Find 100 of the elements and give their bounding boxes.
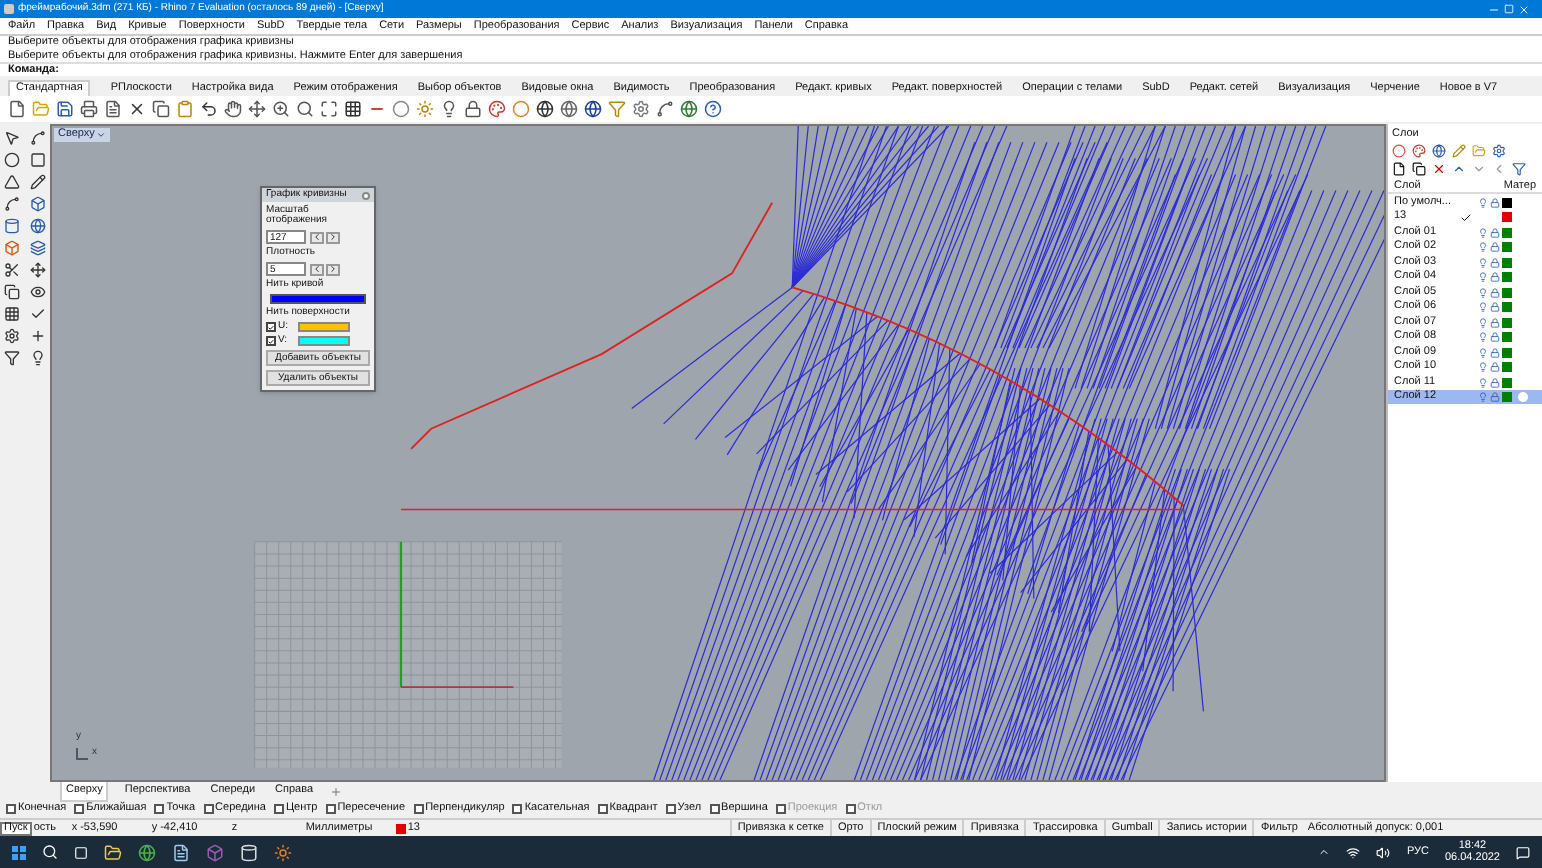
curve-icon[interactable]: [4, 196, 21, 212]
lock-icon[interactable]: [1490, 197, 1500, 207]
layer-color-swatch[interactable]: [1502, 377, 1512, 387]
notification-icon[interactable]: [1516, 845, 1530, 859]
chevron-icon[interactable]: [1318, 846, 1331, 858]
grid-icon[interactable]: [4, 306, 21, 322]
curve-hair-color-swatch[interactable]: [270, 294, 366, 304]
delete-icon[interactable]: [1432, 162, 1446, 177]
lock-icon[interactable]: [1490, 302, 1500, 312]
plus-icon[interactable]: [29, 328, 46, 344]
lock-icon[interactable]: [1490, 362, 1500, 372]
move-icon[interactable]: [248, 100, 266, 118]
move-down-icon[interactable]: [1472, 162, 1486, 177]
globe-icon[interactable]: [138, 843, 156, 861]
lock-icon[interactable]: [1490, 227, 1500, 237]
box-icon[interactable]: [4, 240, 21, 256]
copy-icon[interactable]: [152, 100, 170, 118]
maximize-icon[interactable]: [320, 100, 338, 118]
sphere-icon[interactable]: [584, 100, 602, 118]
filter-icon[interactable]: [1512, 162, 1526, 177]
new-layer-icon[interactable]: [1392, 162, 1406, 177]
undo-icon[interactable]: [200, 100, 218, 118]
lightbulb-icon[interactable]: [29, 350, 46, 366]
save-icon[interactable]: [56, 100, 74, 118]
lock-icon[interactable]: [1490, 257, 1500, 267]
color-wheel-icon[interactable]: [1392, 144, 1406, 159]
move-icon[interactable]: [29, 262, 46, 278]
hair-color-swatch[interactable]: [298, 322, 350, 332]
curve-icon[interactable]: [29, 130, 46, 146]
layer-color-swatch[interactable]: [1502, 362, 1512, 372]
app-icon[interactable]: [274, 843, 292, 861]
sun-icon[interactable]: [416, 100, 434, 118]
palette-icon[interactable]: [1412, 144, 1426, 159]
sphere-icon[interactable]: [29, 218, 46, 234]
gear-icon[interactable]: [4, 328, 21, 344]
layer-color-swatch[interactable]: [1502, 302, 1512, 312]
lock-icon[interactable]: [1490, 272, 1500, 282]
move-up-icon[interactable]: [1452, 162, 1466, 177]
printer-icon[interactable]: [80, 100, 98, 118]
sphere-icon[interactable]: [536, 100, 554, 118]
globe-icon[interactable]: [680, 100, 698, 118]
increment-button[interactable]: [326, 231, 340, 243]
search-icon[interactable]: [296, 100, 314, 118]
layers-icon[interactable]: [29, 240, 46, 256]
caret-icon[interactable]: [96, 130, 107, 140]
copy-icon[interactable]: [4, 284, 21, 300]
lock-icon[interactable]: [1490, 377, 1500, 387]
layer-color-swatch[interactable]: [1502, 392, 1512, 402]
box-icon[interactable]: [29, 196, 46, 212]
checkbox[interactable]: [266, 322, 276, 332]
lock-icon[interactable]: [464, 100, 482, 118]
color-wheel-icon[interactable]: [512, 100, 530, 118]
palette-icon[interactable]: [488, 100, 506, 118]
layer-color-swatch[interactable]: [1502, 317, 1512, 327]
wifi-icon[interactable]: [1346, 845, 1361, 859]
layer-color-swatch[interactable]: [1502, 257, 1512, 267]
lock-icon[interactable]: [1490, 287, 1500, 297]
grid-icon[interactable]: [344, 100, 362, 118]
layer-color-swatch[interactable]: [1502, 287, 1512, 297]
lock-icon[interactable]: [1490, 347, 1500, 357]
document-icon[interactable]: [104, 100, 122, 118]
lock-icon[interactable]: [1490, 242, 1500, 252]
decrement-button[interactable]: [310, 263, 324, 275]
task-view-icon[interactable]: [74, 845, 88, 859]
cylinder-icon[interactable]: [4, 218, 21, 234]
close-icon[interactable]: [128, 100, 146, 118]
pointer-icon[interactable]: [4, 130, 21, 146]
checkbox[interactable]: [266, 336, 276, 346]
folder-icon[interactable]: [104, 843, 122, 861]
increment-button[interactable]: [326, 263, 340, 275]
decrement-button[interactable]: [310, 231, 324, 243]
filter-icon[interactable]: [4, 350, 21, 366]
sphere-icon[interactable]: [1432, 144, 1446, 159]
zoom-icon[interactable]: [272, 100, 290, 118]
lock-icon[interactable]: [1490, 332, 1500, 342]
layer-color-swatch[interactable]: [1502, 227, 1512, 237]
move-left-icon[interactable]: [1492, 162, 1506, 177]
copy-icon[interactable]: [1412, 162, 1426, 177]
curve-icon[interactable]: [656, 100, 674, 118]
lock-icon[interactable]: [1490, 317, 1500, 327]
check-icon[interactable]: [29, 306, 46, 322]
speaker-icon[interactable]: [1376, 845, 1391, 859]
gear-icon[interactable]: [1492, 144, 1506, 159]
rectangle-icon[interactable]: [29, 152, 46, 168]
start-button[interactable]: [12, 845, 26, 859]
hair-color-swatch[interactable]: [298, 336, 350, 346]
layer-color-swatch[interactable]: [1502, 197, 1512, 207]
hand-icon[interactable]: [224, 100, 242, 118]
help-icon[interactable]: [704, 100, 722, 118]
eye-icon[interactable]: [29, 284, 46, 300]
layer-color-swatch[interactable]: [1502, 242, 1512, 252]
circle-icon[interactable]: [4, 152, 21, 168]
layer-color-swatch[interactable]: [1502, 347, 1512, 357]
new-file-icon[interactable]: [8, 100, 26, 118]
polygon-icon[interactable]: [4, 174, 21, 190]
layer-color-swatch[interactable]: [1502, 332, 1512, 342]
layer-color-swatch[interactable]: [1502, 272, 1512, 282]
scissors-icon[interactable]: [4, 262, 21, 278]
clipboard-icon[interactable]: [176, 100, 194, 118]
lightbulb-icon[interactable]: [440, 100, 458, 118]
